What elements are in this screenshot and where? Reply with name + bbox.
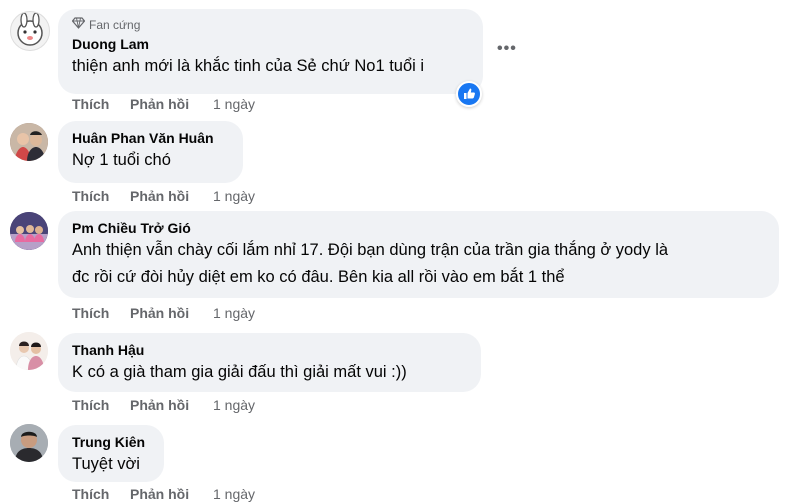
reply-link[interactable]: Phản hồi	[130, 397, 213, 413]
more-options-icon[interactable]: •••	[497, 40, 517, 58]
comment-actions: Thích Phản hồi 1 ngày	[72, 486, 255, 502]
comment-text: Nợ 1 tuổi chó	[72, 151, 171, 169]
author-name[interactable]: Pm Chiều Trở Gió	[72, 219, 765, 237]
reply-link[interactable]: Phản hồi	[130, 96, 213, 112]
timestamp[interactable]: 1 ngày	[213, 188, 255, 204]
avatar-duong-lam[interactable]	[10, 11, 50, 51]
avatar-pm-chieu[interactable]	[10, 212, 48, 250]
avatar-huan-phan[interactable]	[10, 123, 48, 161]
fan-badge: Fan cứng	[71, 17, 469, 32]
avatar-trung-kien[interactable]	[10, 424, 48, 462]
comment-bubble: Trung Kiên Tuyệt vời	[58, 425, 164, 482]
comment-actions: Thích Phản hồi 1 ngày	[72, 96, 255, 112]
timestamp[interactable]: 1 ngày	[213, 305, 255, 321]
like-link[interactable]: Thích	[72, 397, 130, 413]
diamond-icon	[71, 17, 86, 32]
author-name[interactable]: Huân Phan Văn Huân	[72, 129, 229, 147]
comment-text-line-1: Anh thiện vẫn chày cối lắm nhỉ 17. Đội b…	[72, 241, 669, 259]
comment-actions: Thích Phản hồi 1 ngày	[72, 188, 255, 204]
like-link[interactable]: Thích	[72, 305, 130, 321]
badge-label: Fan cứng	[89, 17, 141, 32]
reply-link[interactable]: Phản hồi	[130, 188, 213, 204]
like-thumb-icon[interactable]	[456, 81, 482, 107]
timestamp[interactable]: 1 ngày	[213, 486, 255, 502]
comment-text-line-2: đc rồi cứ đòi hủy diệt em ko có đâu. Bên…	[72, 268, 565, 286]
comment-actions: Thích Phản hồi 1 ngày	[72, 305, 255, 321]
comment-bubble: Thanh Hậu K có a già tham gia giải đấu t…	[58, 333, 481, 392]
timestamp[interactable]: 1 ngày	[213, 96, 255, 112]
like-link[interactable]: Thích	[72, 486, 130, 502]
comment-bubble: Pm Chiều Trở Gió Anh thiện vẫn chày cối …	[58, 211, 779, 298]
reply-link[interactable]: Phản hồi	[130, 486, 213, 502]
comment-bubble: Huân Phan Văn Huân Nợ 1 tuổi chó	[58, 121, 243, 183]
author-name[interactable]: Duong Lam	[72, 35, 469, 53]
comment-text: thiện anh mới là khắc tinh của Sẻ chứ No…	[72, 57, 425, 75]
reply-link[interactable]: Phản hồi	[130, 305, 213, 321]
comment-text: Tuyệt vời	[72, 455, 140, 473]
avatar-thanh-hau[interactable]	[10, 332, 48, 370]
author-name[interactable]: Trung Kiên	[72, 433, 150, 451]
comment-text: K có a già tham gia giải đấu thì giải mấ…	[72, 363, 407, 381]
comment-bubble: Fan cứng Duong Lam thiện anh mới là khắc…	[58, 9, 483, 94]
author-name[interactable]: Thanh Hậu	[72, 341, 467, 359]
like-link[interactable]: Thích	[72, 188, 130, 204]
timestamp[interactable]: 1 ngày	[213, 397, 255, 413]
like-link[interactable]: Thích	[72, 96, 130, 112]
comment-actions: Thích Phản hồi 1 ngày	[72, 397, 255, 413]
